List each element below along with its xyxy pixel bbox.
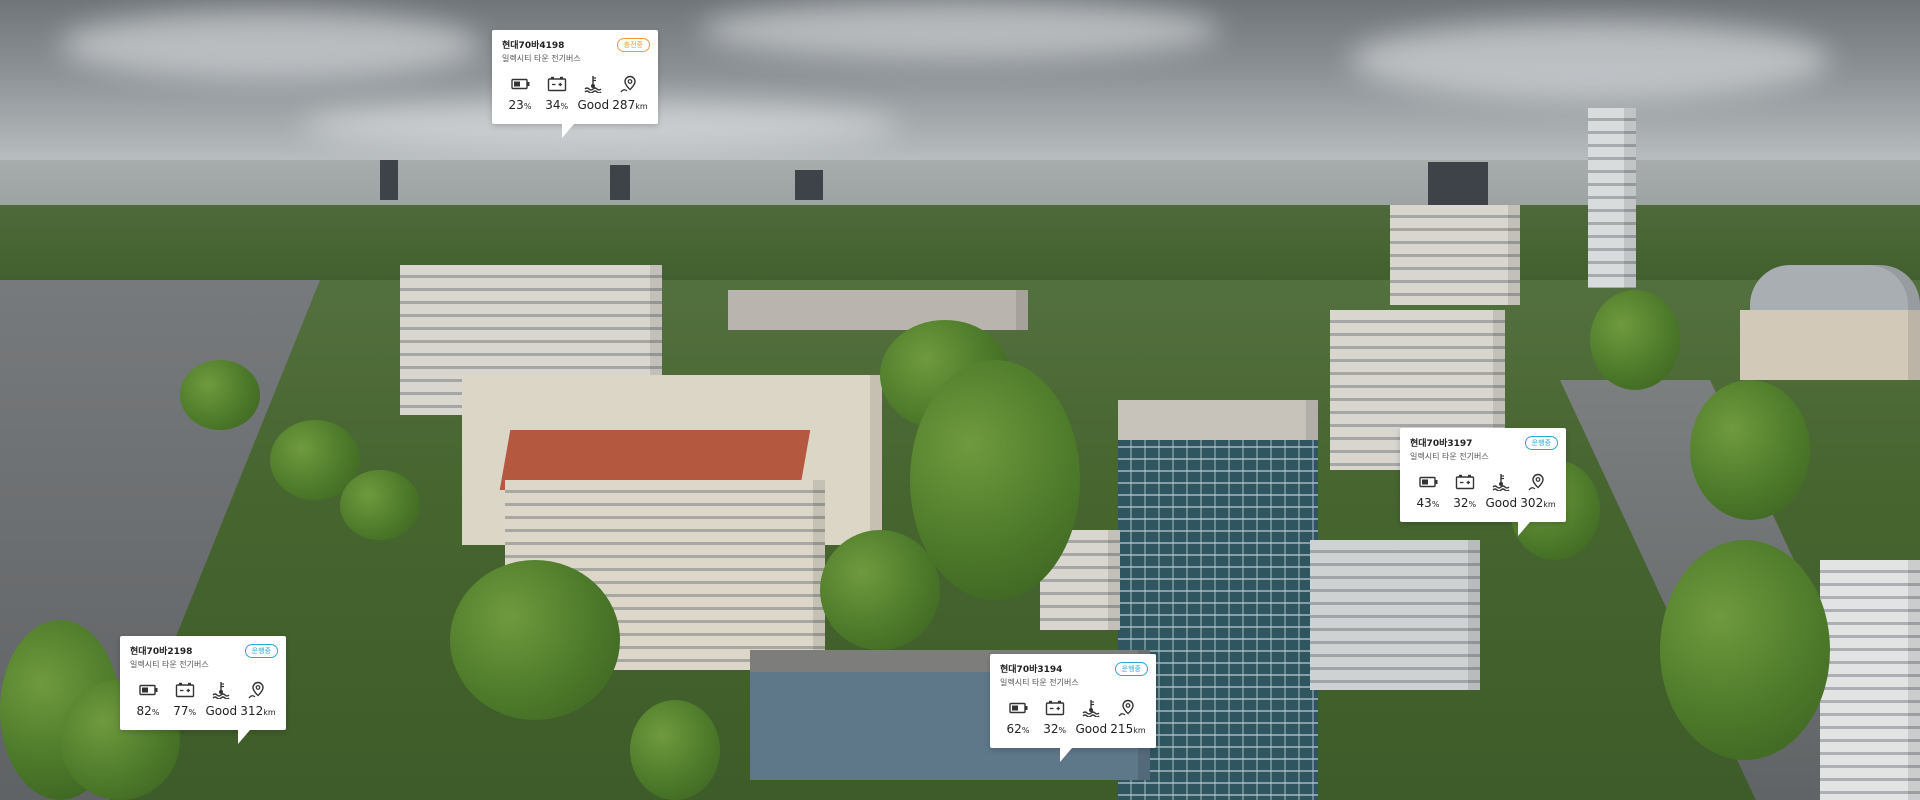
range-value: 287km <box>612 98 648 112</box>
battery-value: 43% <box>1416 496 1440 510</box>
battery-value: 82% <box>136 704 160 718</box>
battery-icon <box>1001 699 1037 717</box>
coolant-icon <box>1073 699 1109 717</box>
range-value: 312km <box>240 704 276 718</box>
status-badge: 운행중 <box>244 644 278 658</box>
location-pin-icon <box>611 75 647 93</box>
range-value: 302km <box>1520 496 1556 510</box>
battery-value: 23% <box>508 98 532 112</box>
cooling-value: Good <box>1485 496 1518 510</box>
bus-info-card[interactable]: 현대70바2198 일렉시티 타운 전기버스 운행중 82% 77% Good … <box>120 636 286 744</box>
location-pin-icon <box>1519 473 1555 491</box>
status-badge: 운행중 <box>1524 436 1558 450</box>
bus-info-card[interactable]: 현대70바3194 일렉시티 타운 전기버스 운행중 62% 32% Good … <box>990 654 1156 762</box>
cooling-value: Good <box>205 704 238 718</box>
charge-value: 32% <box>1043 722 1067 736</box>
status-badge: 운행중 <box>1114 662 1148 676</box>
battery-icon <box>503 75 539 93</box>
charger-icon <box>539 75 575 93</box>
coolant-icon <box>203 681 239 699</box>
charger-icon <box>167 681 203 699</box>
bus-info-card[interactable]: 현대70바4198 일렉시티 타운 전기버스 충전중 23% 34% Good … <box>492 30 658 138</box>
cooling-value: Good <box>1075 722 1108 736</box>
coolant-icon <box>575 75 611 93</box>
bus-model: 일렉시티 타운 전기버스 <box>502 54 581 63</box>
location-pin-icon <box>1109 699 1145 717</box>
bus-info-card[interactable]: 현대70바3197 일렉시티 타운 전기버스 운행중 43% 32% Good … <box>1400 428 1566 536</box>
charge-value: 32% <box>1453 496 1477 510</box>
charge-value: 77% <box>173 704 197 718</box>
cooling-value: Good <box>577 98 610 112</box>
battery-icon <box>131 681 167 699</box>
bus-model: 일렉시티 타운 전기버스 <box>130 660 209 669</box>
coolant-icon <box>1483 473 1519 491</box>
battery-icon <box>1411 473 1447 491</box>
battery-value: 62% <box>1006 722 1030 736</box>
charger-icon <box>1447 473 1483 491</box>
location-pin-icon <box>239 681 275 699</box>
range-value: 215km <box>1110 722 1146 736</box>
charge-value: 34% <box>545 98 569 112</box>
charger-icon <box>1037 699 1073 717</box>
city-aerial-photo <box>0 0 1920 800</box>
status-badge: 충전중 <box>616 38 650 52</box>
bus-model: 일렉시티 타운 전기버스 <box>1410 452 1489 461</box>
bus-model: 일렉시티 타운 전기버스 <box>1000 678 1079 687</box>
